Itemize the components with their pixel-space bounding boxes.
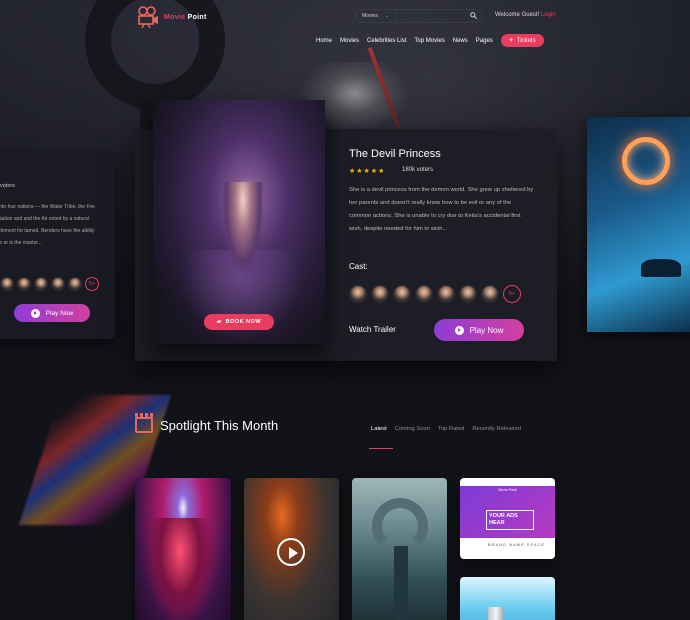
- site-logo[interactable]: Movie Point: [136, 6, 207, 28]
- book-now-label: BOOK NOW: [225, 319, 262, 325]
- cast-avatar[interactable]: [17, 277, 31, 291]
- search-icon[interactable]: [466, 11, 480, 21]
- search-category-label: Movies: [362, 13, 378, 19]
- logo-text-second: Point: [187, 13, 207, 21]
- ad-banner[interactable]: Movie Point YOUR ADS HEAR BRAND NAME SPA…: [460, 478, 555, 559]
- cast-list: 5+: [349, 285, 521, 303]
- welcome-text: Welcome Guest!: [495, 12, 540, 18]
- spotlight-movie-thumbnail[interactable]: [135, 478, 231, 620]
- ticket-icon: ▰: [216, 319, 222, 325]
- previous-movie-voters: voters: [0, 183, 15, 189]
- thumbnail-art: [145, 518, 215, 620]
- book-now-button[interactable]: ▰ BOOK NOW: [204, 314, 274, 330]
- cast-avatar[interactable]: [459, 285, 477, 303]
- thumbnail-art: [488, 607, 504, 620]
- cast-avatar[interactable]: [34, 277, 48, 291]
- ad-brand: BRAND NAME SPACE: [488, 542, 546, 547]
- tab-latest[interactable]: Latest: [371, 426, 387, 432]
- play-icon: [454, 325, 464, 335]
- vote-count: 180k voters: [402, 167, 434, 173]
- search-category-select[interactable]: Movies ⌄: [356, 10, 396, 22]
- play-icon: [30, 308, 40, 318]
- tab-top-rated[interactable]: Top Rated: [438, 426, 464, 432]
- ad-headline: YOUR ADS HEAR: [486, 510, 534, 530]
- nav-celebrities-list[interactable]: Celebrities List: [367, 38, 406, 44]
- spotlight-heading: Spotlight This Month: [135, 413, 279, 433]
- page: Movie Point Movies ⌄ Welcome Guest! Logi…: [0, 0, 690, 620]
- cast-avatar[interactable]: [437, 285, 455, 303]
- previous-movie-synopsis: into four nations — the Water Tribe, the…: [0, 204, 96, 246]
- play-now-button[interactable]: Play Now: [434, 319, 524, 341]
- movie-synopsis: She is a devil princess from the demon w…: [349, 187, 534, 232]
- cast-avatar[interactable]: [0, 277, 14, 291]
- play-now-label: Play Now: [469, 325, 504, 335]
- film-camera-icon: [138, 6, 158, 28]
- logo-text-first: Movie: [164, 13, 186, 21]
- spotlight-tabs: Latest Coming Soon Top Rated Recently Re…: [371, 426, 521, 432]
- nav-movies[interactable]: Movies: [340, 38, 359, 44]
- ad-logo: Movie Point: [498, 488, 517, 492]
- cast-label: Cast:: [349, 262, 368, 271]
- spotlight-title: Spotlight This Month: [160, 417, 279, 433]
- next-movie-portal-art: [622, 137, 670, 185]
- login-link[interactable]: Login: [541, 12, 556, 18]
- cast-avatar[interactable]: [68, 277, 82, 291]
- nav-news[interactable]: News: [453, 38, 468, 44]
- nav-home[interactable]: Home: [316, 38, 332, 44]
- next-movie-deer-art: [641, 259, 681, 277]
- next-movie-card[interactable]: [587, 117, 690, 332]
- tab-coming-soon[interactable]: Coming Soon: [395, 426, 430, 432]
- movie-title: The Devil Princess: [349, 148, 441, 160]
- cast-avatar[interactable]: [481, 285, 499, 303]
- play-label: Play Now: [45, 309, 74, 317]
- cast-more-badge[interactable]: 5+: [503, 285, 521, 303]
- play-circle-icon[interactable]: [277, 538, 305, 566]
- cast-more-badge[interactable]: 5+: [85, 277, 99, 291]
- cast-avatar[interactable]: [415, 285, 433, 303]
- rating-stars: ★★★★★: [349, 168, 386, 175]
- logo-text: Movie Point: [164, 14, 207, 21]
- spotlight-movie-thumbnail[interactable]: [352, 478, 447, 620]
- ticket-icon: ✈: [508, 38, 514, 44]
- previous-movie-play-button[interactable]: Play Now: [14, 304, 90, 322]
- nav-top-movies[interactable]: Top Movies: [414, 38, 444, 44]
- cast-avatar[interactable]: [51, 277, 65, 291]
- chevron-down-icon: ⌄: [384, 13, 389, 19]
- active-tab-indicator: [369, 448, 393, 449]
- thumbnail-tower-art: [394, 546, 408, 620]
- cast-avatar[interactable]: [349, 285, 367, 303]
- featured-movie-poster[interactable]: [153, 100, 325, 344]
- welcome-message: Welcome Guest! Login: [495, 12, 556, 18]
- tickets-label: Tickets: [516, 37, 536, 44]
- search-bar: Movies ⌄: [355, 9, 481, 23]
- main-nav: Home Movies Celebrities List Top Movies …: [316, 34, 544, 47]
- clapperboard-icon: [135, 413, 153, 433]
- poster-figure-art: [223, 182, 263, 272]
- tab-recently-released[interactable]: Recently Released: [472, 426, 521, 432]
- spotlight-movie-thumbnail[interactable]: [460, 577, 555, 620]
- cast-avatar[interactable]: [393, 285, 411, 303]
- cast-avatar[interactable]: [371, 285, 389, 303]
- nav-pages[interactable]: Pages: [476, 38, 493, 44]
- previous-movie-cast: 5+: [0, 277, 99, 291]
- watch-trailer-label: Watch Trailer: [349, 325, 396, 334]
- spotlight-movie-thumbnail[interactable]: [244, 478, 339, 620]
- tickets-button[interactable]: ✈ Tickets: [500, 34, 544, 47]
